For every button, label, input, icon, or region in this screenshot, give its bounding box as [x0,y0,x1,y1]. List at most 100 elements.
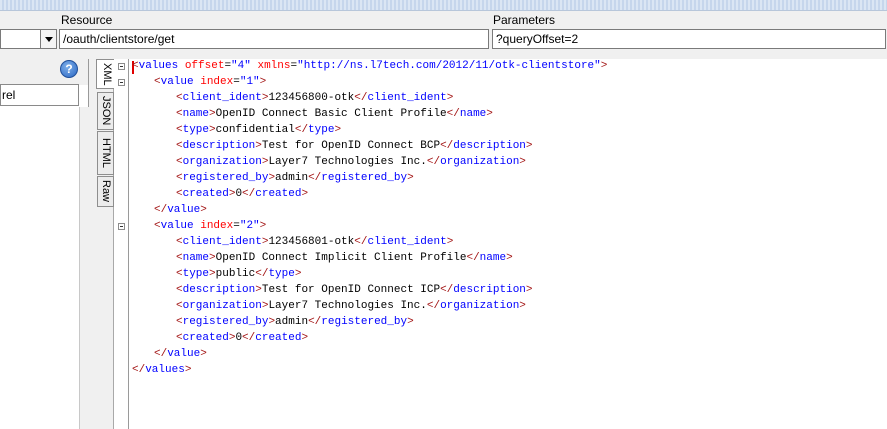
xml-tag-name: created [255,332,302,344]
xml-text: public [215,268,256,280]
xml-equals: = [233,76,240,88]
resource-input[interactable]: /oauth/clientstore/get [59,29,489,49]
xml-tag-name: registered_by [182,172,269,184]
xml-text: 123456800-otk [268,92,355,104]
xml-bracket: </ [446,108,460,120]
fold-toggle-icon[interactable] [118,63,125,70]
xml-tag-name: values [145,364,185,376]
xml-bracket: < [176,300,183,312]
xml-bracket: </ [426,300,441,312]
method-dropdown[interactable] [0,29,41,49]
fold-toggle-icon[interactable] [118,79,125,86]
xml-bracket: < [176,316,183,328]
xml-tag-name: name [459,108,487,120]
xml-attr-name: offset [184,60,225,72]
xml-field-client-ident: <client_ident>123456801-otk</client_iden… [176,234,453,250]
xml-value-close: </value> [154,346,207,362]
level-field[interactable]: rel [0,84,79,106]
xml-bracket: < [176,108,183,120]
xml-tag-name: created [182,332,229,344]
xml-attr-value: "4" [231,60,251,72]
xml-tag-name: organization [440,300,520,312]
help-icon[interactable]: ? [60,60,78,78]
xml-bracket: </ [354,92,368,104]
xml-tag-name: organization [182,300,262,312]
xml-bracket: </ [440,284,454,296]
xml-text: Test for OpenID Connect ICP [261,284,441,296]
xml-bracket: > [255,284,262,296]
xml-bracket: > [407,172,414,184]
xml-tag-name: organization [182,156,262,168]
xml-bracket: > [259,76,267,88]
xml-bracket: > [209,268,216,280]
xml-bracket: > [301,332,309,344]
xml-field-registered-by: <registered_by>admin</registered_by> [176,170,414,186]
tab-xml[interactable]: XML [96,59,114,89]
xml-bracket: > [446,236,454,248]
xml-tag-name: name [479,252,507,264]
resource-label: Resource [61,13,113,27]
xml-tag-name: client_ident [367,236,447,248]
xml-bracket: > [519,300,526,312]
xml-attr-name: index [200,220,234,232]
xml-bracket: > [525,140,533,152]
xml-tag-name: value [160,76,194,88]
xml-text: OpenID Connect Implicit Client Profile [215,252,467,264]
xml-tag-name: type [268,268,295,280]
xml-tag-name: registered_by [321,316,408,328]
xml-bracket: < [154,76,161,88]
xml-field-organization: <organization>Layer7 Technologies Inc.</… [176,298,526,314]
xml-bracket: > [301,188,309,200]
xml-text: confidential [215,124,295,136]
xml-bracket: </ [154,348,168,360]
xml-field-description: <description>Test for OpenID Connect BCP… [176,138,533,154]
xml-field-registered-by: <registered_by>admin</registered_by> [176,314,414,330]
xml-bracket: < [176,332,183,344]
method-dropdown-arrow-icon[interactable] [40,29,57,49]
tab-html[interactable]: HTML [97,131,114,175]
xml-bracket: </ [354,236,368,248]
xml-field-type: <type>confidential</type> [176,122,341,138]
xml-tag-name: description [453,284,526,296]
xml-text: Layer7 Technologies Inc. [268,300,427,312]
xml-field-type: <type>public</type> [176,266,301,282]
xml-bracket: < [176,124,183,136]
xml-bracket: > [446,92,454,104]
xml-text: Layer7 Technologies Inc. [268,156,427,168]
xml-bracket: < [176,236,183,248]
xml-field-created: <created>0</created> [176,186,308,202]
xml-attr-value: "http://ns.l7tech.com/2012/11/otk-client… [297,60,601,72]
xml-field-name: <name>OpenID Connect Basic Client Profil… [176,106,493,122]
tab-json[interactable]: JSON [97,92,114,130]
left-panel-scrollbar[interactable] [79,107,89,429]
xml-bracket: </ [294,124,309,136]
xml-bracket: < [154,220,161,232]
xml-bracket: > [334,124,342,136]
xml-bracket: > [519,156,526,168]
xml-attr-name: index [200,76,234,88]
xml-bracket: > [209,252,216,264]
xml-tag-name: created [182,188,229,200]
top-title-strip [0,0,887,11]
xml-bracket: > [200,348,207,360]
parameters-label: Parameters [493,13,556,27]
parameters-input[interactable]: ?queryOffset=2 [492,29,886,49]
xml-tag-name: value [167,348,201,360]
xml-bracket: </ [308,316,322,328]
xml-tag-name: client_ident [367,92,447,104]
fold-toggle-icon[interactable] [118,223,125,230]
xml-tag-name: client_ident [182,92,262,104]
xml-bracket: > [600,60,608,72]
xml-field-name: <name>OpenID Connect Implicit Client Pro… [176,250,513,266]
xml-root-open: <values offset="4" xmlns="http://ns.l7te… [132,58,607,74]
xml-bracket: < [176,172,183,184]
xml-attr-name: xmlns [257,60,291,72]
xml-tag-name: value [160,220,194,232]
xml-tag-name: registered_by [182,316,269,328]
tab-raw[interactable]: Raw [97,176,114,207]
xml-tag-name: values [138,60,179,72]
xml-bracket: </ [255,268,269,280]
xml-bracket: > [259,220,267,232]
xml-bracket: </ [242,332,256,344]
xml-tag-name: type [182,124,210,136]
